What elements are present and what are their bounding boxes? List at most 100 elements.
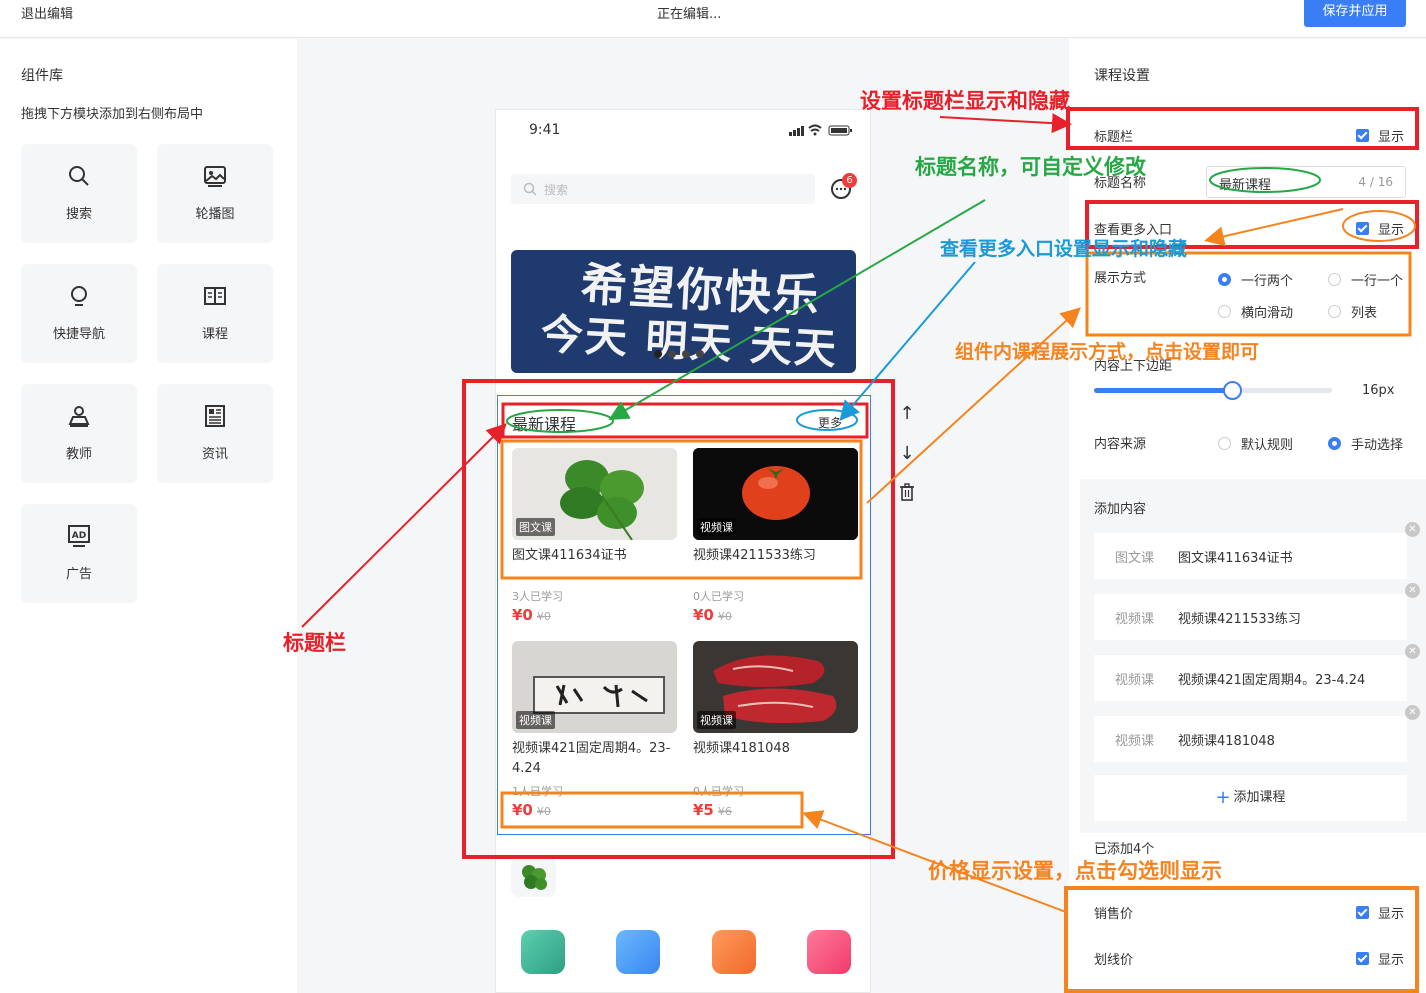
message-button[interactable]: 6 (830, 173, 857, 200)
add-course-button[interactable]: + 添加课程 (1094, 775, 1407, 821)
tile-search[interactable]: 搜索 (21, 144, 137, 243)
remove-icon[interactable]: ✕ (1405, 705, 1420, 720)
more-link[interactable]: 更多 (818, 414, 842, 431)
search-icon (523, 182, 537, 196)
content-item[interactable]: 视频课 视频课4181048 ✕ (1094, 705, 1420, 762)
annotation-display-mode: 组件内课程展示方式，点击设置即可 (955, 341, 1260, 363)
book-icon (204, 287, 226, 305)
more-entry-show-checkbox[interactable]: 显示 (1356, 219, 1404, 238)
quick-nav-row (521, 930, 851, 974)
margin-slider-fill (1094, 388, 1233, 393)
remove-icon[interactable]: ✕ (1405, 522, 1420, 537)
tile-teacher[interactable]: 教师 (21, 384, 137, 483)
content-item[interactable]: 视频课 视频课4211533练习 ✕ (1094, 583, 1420, 640)
course-name: 图文课411634证书 (512, 548, 627, 563)
next-component-preview (511, 857, 556, 897)
exit-edit-button[interactable]: 退出编辑 (21, 3, 73, 22)
settings-title: 课程设置 (1094, 68, 1150, 84)
display-option-two[interactable]: 一行两个 (1218, 270, 1293, 289)
ad-icon: AD (68, 525, 90, 547)
content-item[interactable]: 视频课 视频课421固定周期4。23-4.24 ✕ (1094, 644, 1420, 701)
sale-price: ¥0 (512, 606, 533, 624)
search-icon (69, 166, 89, 186)
library-title: 组件库 (21, 68, 63, 84)
annotation-titlebar: 标题栏 (283, 630, 346, 655)
course-type-tag: 视频课 (697, 518, 736, 536)
course-component[interactable]: 最新课程 更多 图文课 图文课411634证书 3人已学习 ¥0 ¥0 视频课 … (497, 395, 871, 835)
nav-books-icon[interactable] (521, 930, 565, 974)
tile-label: 快捷导航 (52, 327, 105, 342)
sale-price-show-checkbox[interactable]: 显示 (1356, 903, 1404, 922)
top-bar: 退出编辑 正在编辑... 保存并应用 (0, 0, 1426, 38)
search-placeholder: 搜索 (544, 183, 569, 197)
tile-label: 资讯 (201, 447, 228, 462)
source-option-manual[interactable]: 手动选择 (1328, 434, 1403, 453)
add-content-title: 添加内容 (1094, 502, 1147, 517)
course-thumbnail: 视频课 (693, 448, 858, 540)
tile-carousel[interactable]: 轮播图 (157, 144, 273, 243)
tile-label: 搜索 (65, 207, 92, 222)
remove-icon[interactable]: ✕ (1405, 644, 1420, 659)
course-card[interactable]: 图文课 图文课411634证书 3人已学习 ¥0 ¥0 (512, 448, 677, 624)
tile-label: 轮播图 (195, 207, 235, 222)
annotation-title-name: 标题名称，可自定义修改 (915, 154, 1146, 179)
strike-price-show-checkbox[interactable]: 显示 (1356, 949, 1404, 968)
tile-course[interactable]: 课程 (157, 264, 273, 363)
strike-price: ¥0 (536, 610, 551, 623)
title-name-count: 4 / 16 (1358, 175, 1393, 189)
course-card[interactable]: 视频课 视频课421固定周期4。23-4.24 1人已学习 ¥0 ¥0 (512, 641, 677, 819)
margin-slider-handle[interactable] (1223, 381, 1243, 400)
edit-status: 正在编辑... (657, 7, 722, 22)
display-option-one[interactable]: 一行一个 (1328, 270, 1403, 289)
component-tools: ↑ ↓ (897, 403, 917, 523)
nav-edit-icon[interactable] (711, 930, 756, 974)
save-apply-button[interactable]: 保存并应用 (1304, 0, 1406, 27)
course-type-tag: 图文课 (516, 518, 555, 536)
bulb-icon (71, 286, 87, 306)
learner-count: 1人已学习 (512, 785, 563, 798)
titlebar-show-checkbox[interactable]: 显示 (1356, 126, 1404, 145)
annotation-more-entry: 查看更多入口设置显示和隐藏 (940, 238, 1188, 260)
display-mode-label: 展示方式 (1094, 271, 1147, 286)
title-name-input[interactable]: 最新课程 4 / 16 (1206, 166, 1406, 198)
course-type-tag: 视频课 (697, 711, 736, 729)
source-option-default[interactable]: 默认规则 (1218, 434, 1293, 453)
tile-ad[interactable]: AD 广告 (21, 504, 137, 603)
tile-news[interactable]: 资讯 (157, 384, 273, 483)
strike-price: ¥0 (536, 805, 551, 818)
move-down-icon[interactable]: ↓ (897, 443, 917, 483)
library-hint: 拖拽下方模块添加到右侧布局中 (21, 107, 204, 122)
learner-count: 0人已学习 (693, 785, 744, 798)
display-option-scroll[interactable]: 横向滑动 (1218, 302, 1293, 321)
move-up-icon[interactable]: ↑ (897, 403, 917, 443)
course-name: 视频课421固定周期4。23-4.24 (512, 741, 671, 776)
annotation-price-display: 价格显示设置，点击勾选则显示 (928, 858, 1222, 883)
message-badge: 6 (842, 173, 857, 188)
margin-slider[interactable] (1094, 381, 1332, 400)
nav-group-icon[interactable] (616, 930, 661, 974)
image-icon (204, 166, 226, 187)
strike-price: ¥6 (717, 805, 732, 818)
course-thumbnail: 视频课 (512, 641, 677, 733)
status-time: 9:41 (529, 122, 561, 138)
nav-list-icon[interactable] (806, 930, 851, 974)
display-option-list[interactable]: 列表 (1328, 302, 1377, 321)
add-content-box: 添加内容 图文课 图文课411634证书 ✕ 视频课 视频课4211533练习 ✕ 视频… (1080, 479, 1426, 833)
remove-icon[interactable]: ✕ (1405, 583, 1420, 598)
delete-icon[interactable] (897, 483, 917, 523)
course-card[interactable]: 视频课 视频课4181048 0人已学习 ¥5 ¥6 (693, 641, 858, 819)
phone-search-bar[interactable]: 搜索 (511, 174, 815, 204)
sale-price: ¥0 (512, 801, 533, 819)
clover-thumb-icon (522, 865, 547, 890)
strike-price: ¥0 (717, 610, 732, 623)
source-label: 内容来源 (1094, 437, 1147, 452)
tile-quick-nav[interactable]: 快捷导航 (21, 264, 137, 363)
tile-label: 广告 (65, 567, 92, 582)
course-card[interactable]: 视频课 视频课4211533练习 0人已学习 ¥0 ¥0 (693, 448, 858, 624)
news-icon (205, 405, 225, 427)
carousel-banner[interactable]: 希望你快乐 今天 明天 天天 (511, 250, 856, 373)
content-item[interactable]: 图文课 图文课411634证书 ✕ (1094, 522, 1420, 579)
section-title: 最新课程 (512, 415, 577, 434)
teacher-icon (68, 406, 90, 427)
carousel-dots (654, 350, 704, 358)
